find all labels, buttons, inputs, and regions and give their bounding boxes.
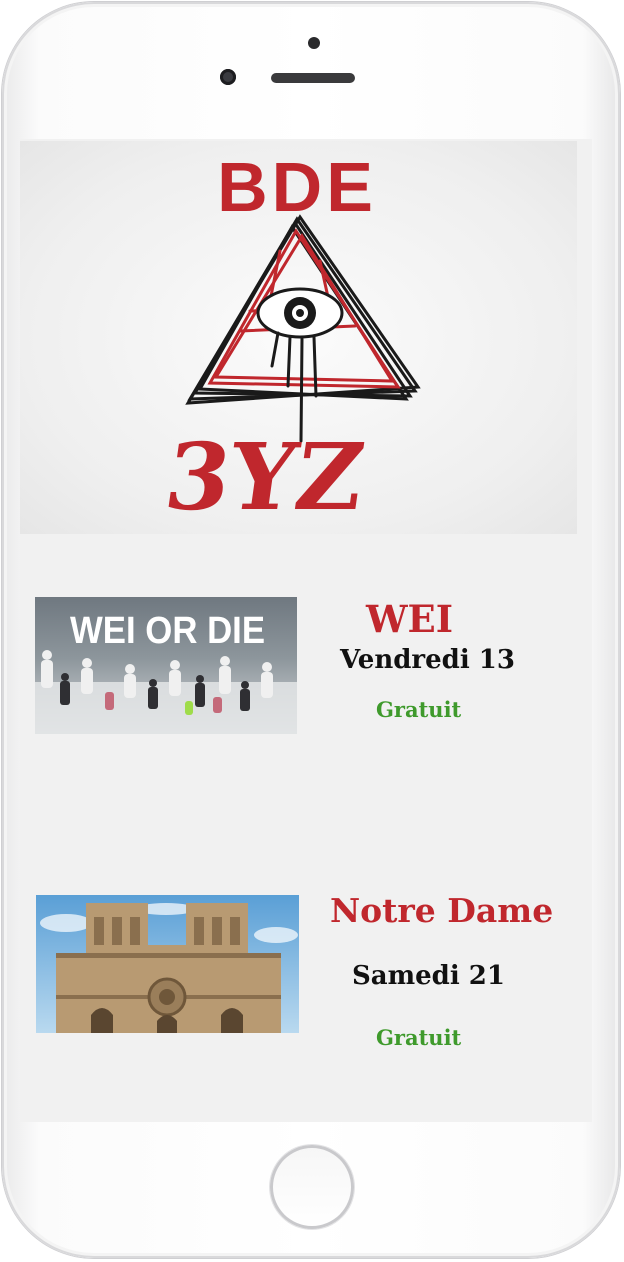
event-title-wei[interactable]: WEI bbox=[366, 597, 453, 641]
event-price-wei: Gratuit bbox=[376, 697, 462, 722]
wei-or-die-overlay: WEI OR DIE bbox=[70, 610, 265, 652]
bde-logo-banner: BDE 3YZ bbox=[20, 141, 577, 534]
logo-3yz-text: 3YZ bbox=[159, 422, 371, 530]
event-image-wei[interactable]: WEI OR DIE bbox=[35, 597, 297, 734]
front-camera-icon bbox=[220, 69, 236, 85]
app-screen: BDE 3YZ WEI OR DIE WEI Vendredi 13 Gratu… bbox=[20, 139, 592, 1122]
home-button[interactable] bbox=[270, 1145, 354, 1229]
event-date-notre-dame: Samedi 21 bbox=[352, 961, 505, 991]
bde-3yz-logo: BDE 3YZ bbox=[159, 148, 421, 531]
earpiece-speaker bbox=[271, 73, 355, 83]
event-date-wei: Vendredi 13 bbox=[340, 645, 515, 675]
event-title-notre-dame[interactable]: Notre Dame bbox=[330, 891, 553, 930]
event-image-notre-dame[interactable] bbox=[36, 895, 299, 1033]
proximity-sensor bbox=[308, 37, 320, 49]
logo-bde-text: BDE bbox=[217, 148, 377, 226]
phone-frame: BDE 3YZ WEI OR DIE WEI Vendredi 13 Gratu… bbox=[2, 2, 620, 1258]
event-price-notre-dame: Gratuit bbox=[376, 1025, 462, 1050]
